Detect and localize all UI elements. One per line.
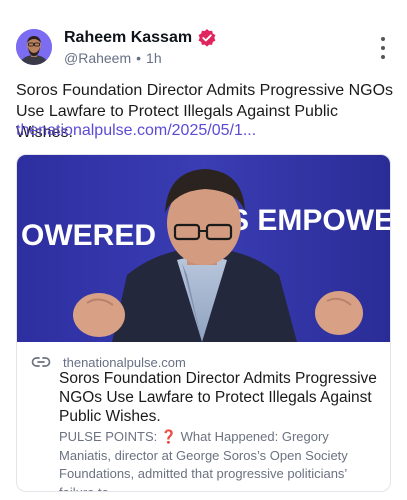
post-timestamp[interactable]: 1h bbox=[146, 50, 162, 66]
post-meta: @Raheem • 1h bbox=[64, 50, 162, 66]
card-description: PULSE POINTS: ❓ What Happened: Gregory M… bbox=[59, 429, 348, 492]
banner-text-left: OWERED bbox=[21, 219, 156, 252]
link-preview-image: OWERED S EMPOWERED bbox=[17, 155, 391, 342]
author-handle[interactable]: @Raheem bbox=[64, 50, 131, 66]
meta-separator: • bbox=[136, 50, 142, 66]
verified-badge-icon bbox=[197, 28, 217, 48]
author-row: Raheem Kassam bbox=[64, 28, 217, 48]
more-vertical-icon bbox=[381, 37, 385, 41]
avatar[interactable] bbox=[16, 29, 52, 65]
banner-text-right: S EMPOWERED bbox=[229, 204, 391, 237]
post-link[interactable]: thenationalpulse.com/2025/05/1... bbox=[16, 121, 256, 141]
post: Raheem Kassam @Raheem • 1h Soros Foundat… bbox=[0, 0, 407, 500]
chain-link-icon bbox=[31, 352, 51, 372]
more-options-button[interactable] bbox=[379, 37, 387, 59]
author-name[interactable]: Raheem Kassam bbox=[64, 29, 192, 47]
link-preview-card[interactable]: OWERED S EMPOWERED bbox=[16, 154, 391, 492]
card-title[interactable]: Soros Foundation Director Admits Progres… bbox=[59, 369, 379, 426]
card-domain: thenationalpulse.com bbox=[63, 354, 186, 370]
